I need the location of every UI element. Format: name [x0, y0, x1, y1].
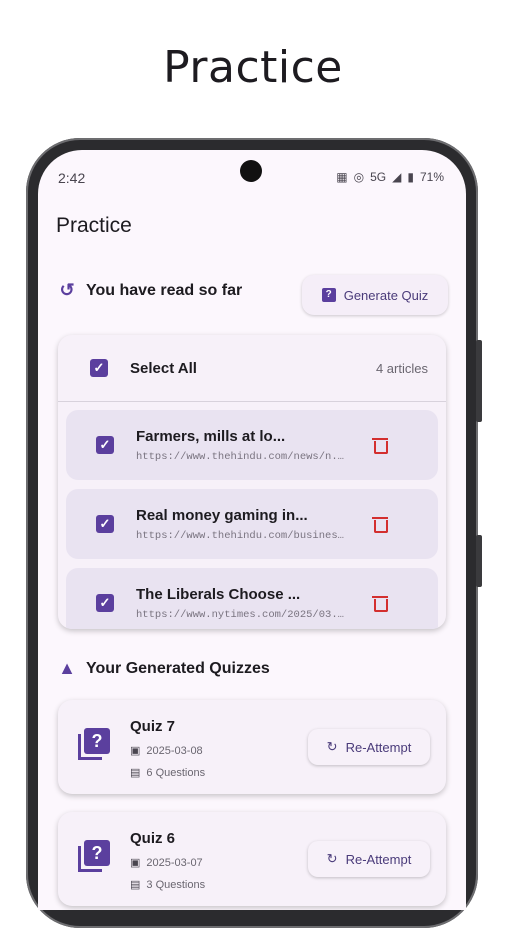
reading-heading: You have read so far: [86, 281, 243, 299]
delete-icon[interactable]: [372, 437, 388, 454]
delete-icon[interactable]: [372, 516, 388, 533]
status-time: 2:42: [58, 170, 86, 186]
network-label: 5G: [370, 170, 387, 184]
quiz-title: Quiz 6: [130, 830, 176, 847]
reattempt-button[interactable]: ↻ Re-Attempt: [308, 841, 430, 877]
quiz-title: Quiz 7: [130, 718, 176, 735]
quiz-icon: ?: [321, 288, 336, 302]
refresh-icon: ↻: [326, 851, 338, 866]
select-all-label: Select All: [130, 359, 197, 377]
quizzes-heading: Your Generated Quizzes: [86, 659, 270, 677]
quiz-date-row: ▣ 2025-03-07: [130, 856, 203, 870]
calendar-icon: ▣: [130, 857, 141, 869]
quiz-icon: ?: [78, 840, 110, 872]
article-url: https://www.nytimes.com/2025/03...: [136, 608, 344, 621]
camera-cutout: [240, 160, 262, 182]
article-title: Real money gaming in...: [136, 506, 308, 524]
phone-power-button: [476, 340, 482, 422]
status-icons: ▦ ◎ 5G ◢ ▮ 71%: [336, 170, 444, 184]
battery-percent: 71%: [419, 170, 444, 184]
generate-quiz-button[interactable]: ? Generate Quiz: [302, 275, 448, 315]
article-item[interactable]: ✓ Real money gaming in... https://www.th…: [66, 489, 438, 559]
reattempt-label: Re-Attempt: [345, 739, 412, 755]
quiz-questions-row: ▤ 3 Questions: [130, 878, 206, 892]
checkbox-checked-icon[interactable]: ✓: [96, 515, 114, 533]
quiz-questions: 6 Questions: [146, 766, 206, 779]
article-url: https://www.thehindu.com/busines...: [136, 529, 344, 542]
quiz-date: 2025-03-07: [146, 856, 203, 869]
article-item[interactable]: ✓ The Liberals Choose ... https://www.ny…: [66, 568, 438, 629]
reattempt-button[interactable]: ↻ Re-Attempt: [308, 729, 430, 765]
article-title: The Liberals Choose ...: [136, 585, 301, 603]
hotspot-icon: ◎: [353, 170, 365, 184]
delete-icon[interactable]: [372, 595, 388, 612]
questions-icon: ▤: [130, 767, 141, 779]
quiz-card[interactable]: ? Quiz 7 ▣ 2025-03-08 ▤ 6 Questions ↻ Re…: [58, 700, 446, 794]
questions-icon: ▤: [130, 879, 141, 891]
app-bar-title: Practice: [56, 214, 132, 237]
generate-quiz-label: Generate Quiz: [343, 287, 429, 303]
refresh-icon: ↻: [326, 739, 338, 754]
reattempt-label: Re-Attempt: [345, 851, 412, 867]
calendar-icon: ▣: [130, 745, 141, 757]
hero-title: Practice: [163, 42, 343, 93]
status-bar: 2:42 ▦ ◎ 5G ◢ ▮ 71%: [38, 150, 466, 192]
quiz-date-row: ▣ 2025-03-08: [130, 744, 203, 758]
checkbox-checked-icon[interactable]: ✓: [96, 436, 114, 454]
article-item[interactable]: ✓ Farmers, mills at lo... https://www.th…: [66, 410, 438, 480]
app-screen: 2:42 ▦ ◎ 5G ◢ ▮ 71% Practice ↺ You have …: [38, 150, 466, 910]
signal-icon: ◢: [392, 170, 402, 184]
history-icon: ↺: [59, 280, 75, 300]
battery-icon: ▮: [407, 170, 414, 184]
articles-card: ✓ Select All 4 articles ✓ Farmers, mills…: [58, 335, 446, 629]
quiz-date: 2025-03-08: [146, 744, 203, 757]
quiz-icon: ?: [78, 728, 110, 760]
article-title: Farmers, mills at lo...: [136, 427, 286, 445]
article-count: 4 articles: [375, 360, 428, 376]
checkbox-checked-icon[interactable]: ✓: [96, 594, 114, 612]
notification-icon: ▦: [336, 170, 348, 184]
school-icon: ▲: [58, 658, 76, 678]
quizzes-section-header: ▲ Your Generated Quizzes: [56, 658, 270, 679]
checkbox-checked-icon[interactable]: ✓: [90, 359, 108, 377]
quiz-card[interactable]: ? Quiz 6 ▣ 2025-03-07 ▤ 3 Questions ↻ Re…: [58, 812, 446, 906]
select-all-row[interactable]: ✓ Select All 4 articles: [58, 335, 446, 402]
article-url: https://www.thehindu.com/news/n...: [136, 450, 344, 463]
reading-section-header: ↺ You have read so far: [56, 280, 242, 301]
quiz-questions-row: ▤ 6 Questions: [130, 766, 206, 780]
phone-volume-button: [476, 535, 482, 587]
quiz-questions: 3 Questions: [146, 878, 206, 891]
